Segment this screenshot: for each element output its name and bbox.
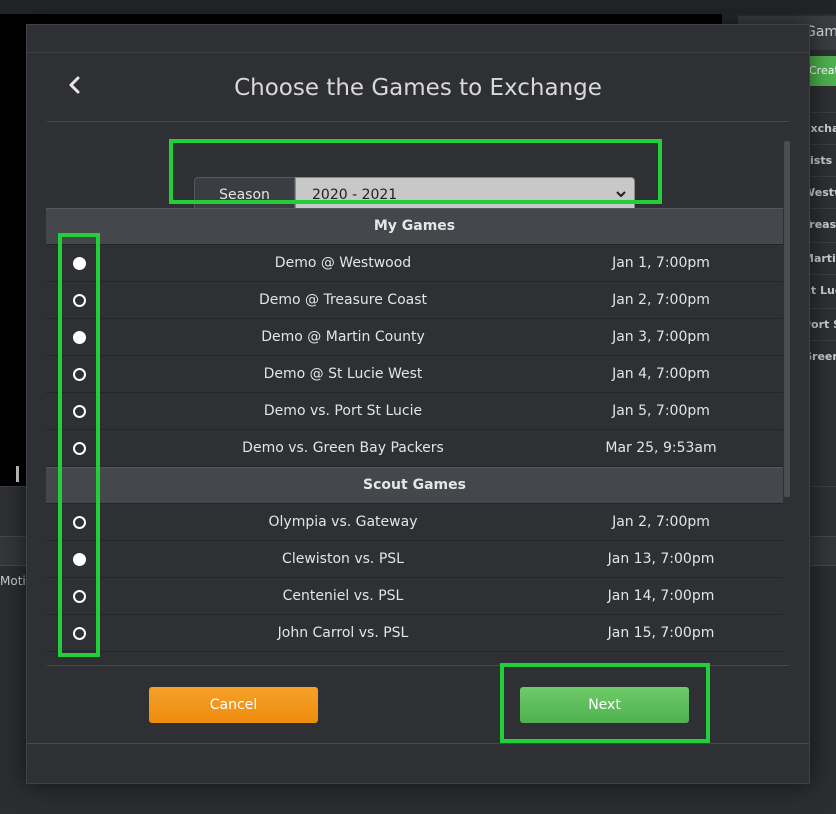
game-radio[interactable]	[73, 405, 86, 418]
game-time: Jan 13, 7:00pm	[607, 551, 715, 567]
game-name: Demo @ St Lucie West	[263, 366, 423, 382]
section-header-scout-games: Scout Games	[46, 467, 783, 504]
game-radio[interactable]	[73, 627, 86, 640]
next-button[interactable]: Next	[520, 687, 689, 723]
game-name: Clewiston vs. PSL	[282, 551, 404, 567]
app-top-bar	[0, 0, 836, 14]
game-row[interactable]: Demo @ Martin County Jan 3, 7:00pm	[46, 319, 783, 356]
game-time: Jan 15, 7:00pm	[607, 625, 715, 641]
game-time: Jan 2, 7:00pm	[612, 292, 710, 308]
game-name: Demo vs. Port St Lucie	[263, 403, 423, 419]
game-time: Jan 2, 7:00pm	[612, 514, 710, 530]
list-scrollbar-thumb[interactable]	[784, 141, 790, 497]
dialog-top-strip	[27, 25, 809, 53]
chevron-down-icon	[616, 191, 626, 197]
game-row[interactable]: Demo vs. Green Bay Packers Mar 25, 9:53a…	[46, 430, 783, 467]
game-radio[interactable]	[73, 553, 86, 566]
game-row[interactable]: Demo @ St Lucie West Jan 4, 7:00pm	[46, 356, 783, 393]
game-row[interactable]: Clewiston vs. PSL Jan 13, 7:00pm	[46, 541, 783, 578]
games-list: My Games Demo @ Westwood Jan 1, 7:00pm D…	[46, 208, 783, 652]
dialog-title: Choose the Games to Exchange	[234, 75, 602, 101]
game-name: Demo @ Treasure Coast	[258, 292, 427, 308]
game-radio[interactable]	[73, 257, 86, 270]
section-header-my-games: My Games	[46, 208, 783, 245]
game-radio[interactable]	[73, 590, 86, 603]
footer-divider	[47, 665, 789, 666]
exchange-games-dialog: Choose the Games to Exchange Season 2020…	[26, 24, 810, 784]
game-name: Demo @ Martin County	[261, 329, 425, 345]
title-divider	[47, 121, 789, 122]
game-time: Jan 3, 7:00pm	[612, 329, 710, 345]
game-row[interactable]: Demo vs. Port St Lucie Jan 5, 7:00pm	[46, 393, 783, 430]
game-time: Mar 25, 9:53am	[605, 440, 717, 456]
game-time: Jan 5, 7:00pm	[612, 403, 710, 419]
game-radio[interactable]	[73, 331, 86, 344]
game-row[interactable]: Demo @ Treasure Coast Jan 2, 7:00pm	[46, 282, 783, 319]
game-row[interactable]: John Carrol vs. PSL Jan 15, 7:00pm	[46, 615, 783, 652]
game-time: Jan 14, 7:00pm	[607, 588, 715, 604]
game-name: John Carrol vs. PSL	[277, 625, 409, 641]
game-radio[interactable]	[73, 294, 86, 307]
season-selected-value: 2020 - 2021	[312, 187, 398, 203]
game-row[interactable]: Demo @ Westwood Jan 1, 7:00pm	[46, 245, 783, 282]
game-name: Centeniel vs. PSL	[282, 588, 404, 604]
game-name: Demo vs. Green Bay Packers	[242, 440, 444, 456]
playhead-marker[interactable]	[16, 466, 19, 482]
game-time: Jan 1, 7:00pm	[612, 255, 710, 271]
cancel-button[interactable]: Cancel	[149, 687, 318, 723]
game-row[interactable]: Olympia vs. Gateway Jan 2, 7:00pm	[46, 504, 783, 541]
footer-bottom-divider	[27, 743, 809, 744]
game-name: Demo @ Westwood	[274, 255, 412, 271]
game-radio[interactable]	[73, 442, 86, 455]
game-row[interactable]: Centeniel vs. PSL Jan 14, 7:00pm	[46, 578, 783, 615]
game-radio[interactable]	[73, 368, 86, 381]
game-time: Jan 4, 7:00pm	[612, 366, 710, 382]
game-name: Olympia vs. Gateway	[268, 514, 418, 530]
game-radio[interactable]	[73, 516, 86, 529]
